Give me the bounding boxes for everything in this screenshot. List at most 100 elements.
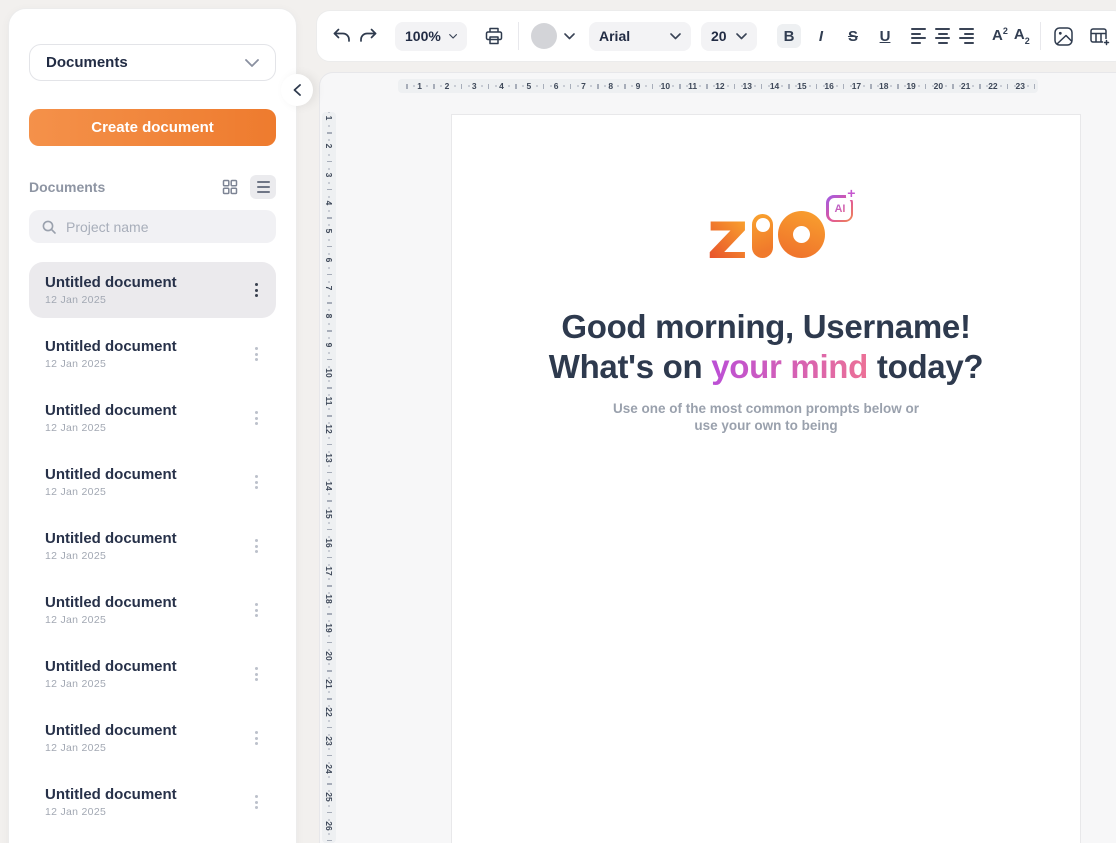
document-menu-button[interactable] [251, 599, 262, 621]
ruler-number: 13 [324, 451, 334, 465]
font-family-dropdown[interactable]: Arial [589, 22, 691, 51]
superscript-button[interactable]: A 2 [992, 27, 1008, 45]
chevron-left-icon [293, 84, 301, 96]
document-list-item[interactable]: Untitled document12 Jan 2025 [29, 262, 276, 318]
ruler-number: 22 [988, 79, 997, 93]
chevron-down-icon [670, 33, 681, 40]
document-menu-button[interactable] [251, 279, 262, 301]
document-list-item[interactable]: Untitled document12 Jan 2025 [29, 390, 276, 446]
font-size-dropdown[interactable]: 20 [701, 22, 757, 51]
document-menu-button[interactable] [251, 727, 262, 749]
document-menu-button[interactable] [251, 791, 262, 813]
subtitle-line2: use your own to being [452, 417, 1080, 434]
align-right-button[interactable] [959, 28, 974, 43]
document-list-item[interactable]: Untitled document12 Jan 2025 [29, 518, 276, 574]
document-list-item[interactable]: Untitled document 12 Jan 2025 [29, 582, 276, 638]
document-menu-button[interactable] [251, 535, 262, 557]
document-date: 12 Jan 2025 [45, 806, 251, 818]
ruler-number: 15 [324, 507, 334, 521]
grid-view-button[interactable] [217, 175, 243, 199]
ruler-number: 20 [324, 649, 334, 663]
greeting-highlight: your mind [711, 348, 868, 385]
document-title: Untitled document [45, 402, 251, 419]
ruler-number: 6 [324, 253, 334, 267]
document-list-item[interactable]: Untitled document 12 Jan 2025 [29, 326, 276, 382]
ruler-number: 20 [934, 79, 943, 93]
undo-button[interactable] [331, 27, 351, 45]
text-color-dropdown[interactable] [531, 23, 575, 49]
document-title: Untitled document [45, 338, 251, 355]
subscript-button[interactable]: A 2 [1014, 26, 1030, 46]
workspace-selector-dropdown[interactable]: Documents [29, 44, 276, 81]
document-date: 12 Jan 2025 [45, 614, 251, 626]
ruler-number: 16 [824, 79, 833, 93]
insert-table-button[interactable] [1089, 26, 1111, 47]
search-input[interactable] [66, 219, 264, 235]
logo-letter-o [778, 211, 825, 258]
underline-button[interactable]: U [873, 24, 897, 48]
create-document-button[interactable]: Create document [29, 109, 276, 146]
document-title: Untitled document [45, 722, 251, 739]
document-menu-button[interactable] [251, 471, 262, 493]
document-date: 12 Jan 2025 [45, 358, 251, 370]
ruler-number: 16 [324, 536, 334, 550]
document-menu-button[interactable] [251, 663, 262, 685]
document-page[interactable]: z AI + Good morning, Username! What's on… [451, 114, 1081, 843]
sidebar-collapse-button[interactable] [281, 74, 313, 106]
editor-toolbar: 100% Arial 20 B I S U A 2 A 2 [316, 10, 1116, 62]
ai-badge: AI + [826, 195, 853, 222]
bold-button[interactable]: B [777, 24, 801, 48]
ruler-number: 11 [688, 79, 697, 93]
ai-badge-plus-icon: + [846, 187, 856, 200]
redo-button[interactable] [359, 27, 379, 45]
zoom-level-dropdown[interactable]: 100% [395, 22, 467, 51]
ruler-number: 3 [472, 79, 477, 93]
ruler-number: 6 [554, 79, 559, 93]
subscript-script: 2 [1025, 37, 1030, 46]
document-list-item[interactable]: Untitled document12 Jan 2025 [29, 454, 276, 510]
greeting-heading: Good morning, Username! What's on your m… [452, 307, 1080, 387]
greeting-line2-suffix: today? [868, 348, 983, 385]
document-list-item[interactable]: Untitled document12 Jan 2025 [29, 774, 276, 830]
font-family-value: Arial [599, 28, 630, 44]
ruler-number: 3 [324, 168, 334, 182]
ruler-number: 15 [797, 79, 806, 93]
document-date: 12 Jan 2025 [45, 294, 251, 306]
ruler-number: 13 [743, 79, 752, 93]
zio-logo: z AI + [707, 211, 826, 258]
vertical-ruler: 1234567891011121314151617181920212223242… [322, 112, 336, 843]
ruler-number: 2 [324, 139, 334, 153]
document-menu-button[interactable] [251, 407, 262, 429]
document-title: Untitled document [45, 530, 251, 547]
logo-letter-i [752, 214, 773, 258]
superscript-base: A [992, 27, 1003, 45]
sidebar: Documents Create document Documents Unti… [8, 8, 297, 843]
horizontal-ruler: 1234567891011121314151617181920212223 [398, 79, 1038, 93]
align-left-button[interactable] [911, 28, 926, 43]
ruler-number: 1 [324, 112, 334, 125]
ruler-number: 14 [324, 479, 334, 493]
ruler-number: 10 [324, 366, 334, 380]
insert-image-button[interactable] [1053, 26, 1075, 47]
strikethrough-button[interactable]: S [841, 24, 865, 48]
zoom-level-value: 100% [405, 28, 441, 44]
print-button[interactable] [483, 26, 505, 46]
ruler-number: 7 [581, 79, 586, 93]
document-list-item[interactable]: Untitled document12 Jan 2025 [29, 710, 276, 766]
documents-section-label: Documents [29, 179, 105, 195]
italic-button[interactable]: I [809, 24, 833, 48]
document-list-item[interactable]: Untitled document12 Jan 2025 [29, 646, 276, 702]
document-title: Untitled document [45, 594, 251, 611]
document-menu-button[interactable] [251, 343, 262, 365]
documents-section-header: Documents [29, 175, 276, 199]
search-icon [41, 219, 57, 235]
table-add-icon [1089, 26, 1111, 47]
chevron-down-icon [564, 33, 575, 40]
ruler-number: 26 [324, 819, 334, 833]
list-view-button[interactable] [250, 175, 276, 199]
greeting-subtitle: Use one of the most common prompts below… [452, 400, 1080, 434]
align-center-button[interactable] [935, 28, 950, 43]
list-view-icon [257, 181, 270, 193]
ruler-number: 2 [445, 79, 450, 93]
greeting-line1: Good morning, Username! [452, 307, 1080, 347]
